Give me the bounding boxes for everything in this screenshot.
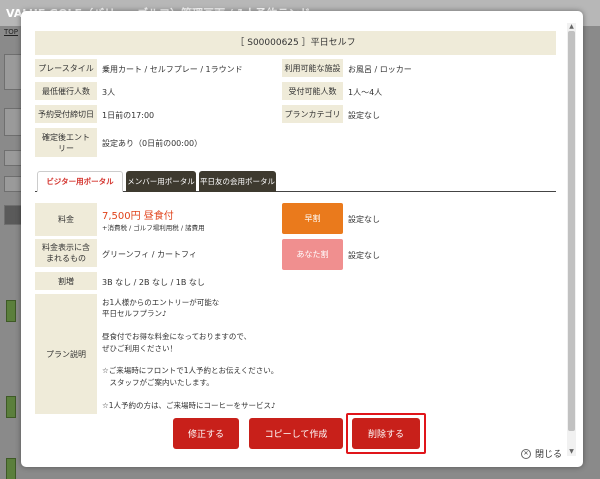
plan-header: ［ S00000625 ］平日セルフ [35,31,556,55]
facilities-value: お風呂 / ロッカー [348,65,412,74]
accept-people-value: 1人〜4人 [348,88,383,97]
delete-button[interactable]: 削除する [352,418,420,449]
fee-price: 7,500円 昼食付 [102,211,174,222]
edit-button[interactable]: 修正する [173,418,239,449]
deadline-value: 1日前の17:00 [102,111,155,120]
min-people-label: 最低催行人数 [35,82,97,100]
bg-status-marker [6,300,16,322]
included-label: 料金表示に含まれるもの [35,239,97,267]
surcharge-label: 割増 [35,272,97,290]
scroll-down-icon[interactable]: ▼ [567,448,576,456]
play-style-value: 乗用カート / セルフプレー / 1ラウンド [102,65,243,74]
top-link[interactable]: TOP [4,28,18,36]
early-discount-badge: 早割 [282,203,343,234]
anata-discount-value: 設定なし [348,251,380,260]
accept-people-label: 受付可能人数 [282,82,343,100]
included-value: グリーンフィ / カートフィ [102,250,197,259]
plan-description: お1人様からのエントリーが可能な 平日セルフプラン♪ 昼食付でお得な料金になって… [102,298,279,410]
fee-tax-note: +消費税 / ゴルフ場利用税 / 諸費用 [102,224,205,232]
close-button[interactable]: ✕ 閉じる [521,447,562,460]
scroll-thumb[interactable] [568,31,575,431]
surcharge-value: 3B なし / 2B なし / 1B なし [102,278,205,287]
tab-weekday-club-portal[interactable]: 平日友の会用ポータル [199,171,276,192]
modal-scrollbar[interactable]: ▲ ▼ [567,23,576,456]
fee-label: 料金 [35,203,97,236]
min-people-value: 3人 [102,88,116,97]
post-entry-value: 設定あり（0日前の00:00） [102,139,203,148]
tab-member-portal[interactable]: メンバー用ポータル [126,171,196,192]
close-label: 閉じる [535,450,563,460]
bg-status-marker [6,396,16,418]
tab-visitor-portal[interactable]: ビジター用ポータル [37,171,123,192]
bg-status-marker [6,458,16,479]
close-icon: ✕ [521,448,531,459]
post-entry-label: 確定後エントリー [35,128,97,157]
anata-discount-badge: あなた割 [282,239,343,270]
copy-create-button[interactable]: コピーして作成 [249,418,343,449]
deadline-label: 予約受付締切日 [35,105,97,123]
play-style-label: プレースタイル [35,59,97,77]
facilities-label: 利用可能な施設 [282,59,343,77]
description-label: プラン説明 [35,294,97,414]
category-value: 設定なし [348,111,380,120]
plan-detail-modal: ▲ ▼ ［ S00000625 ］平日セルフ プレースタイル 乗用カート / セ… [21,11,583,467]
scroll-up-icon[interactable]: ▲ [567,23,576,31]
early-discount-value: 設定なし [348,215,380,224]
category-label: プランカテゴリ [282,105,343,123]
